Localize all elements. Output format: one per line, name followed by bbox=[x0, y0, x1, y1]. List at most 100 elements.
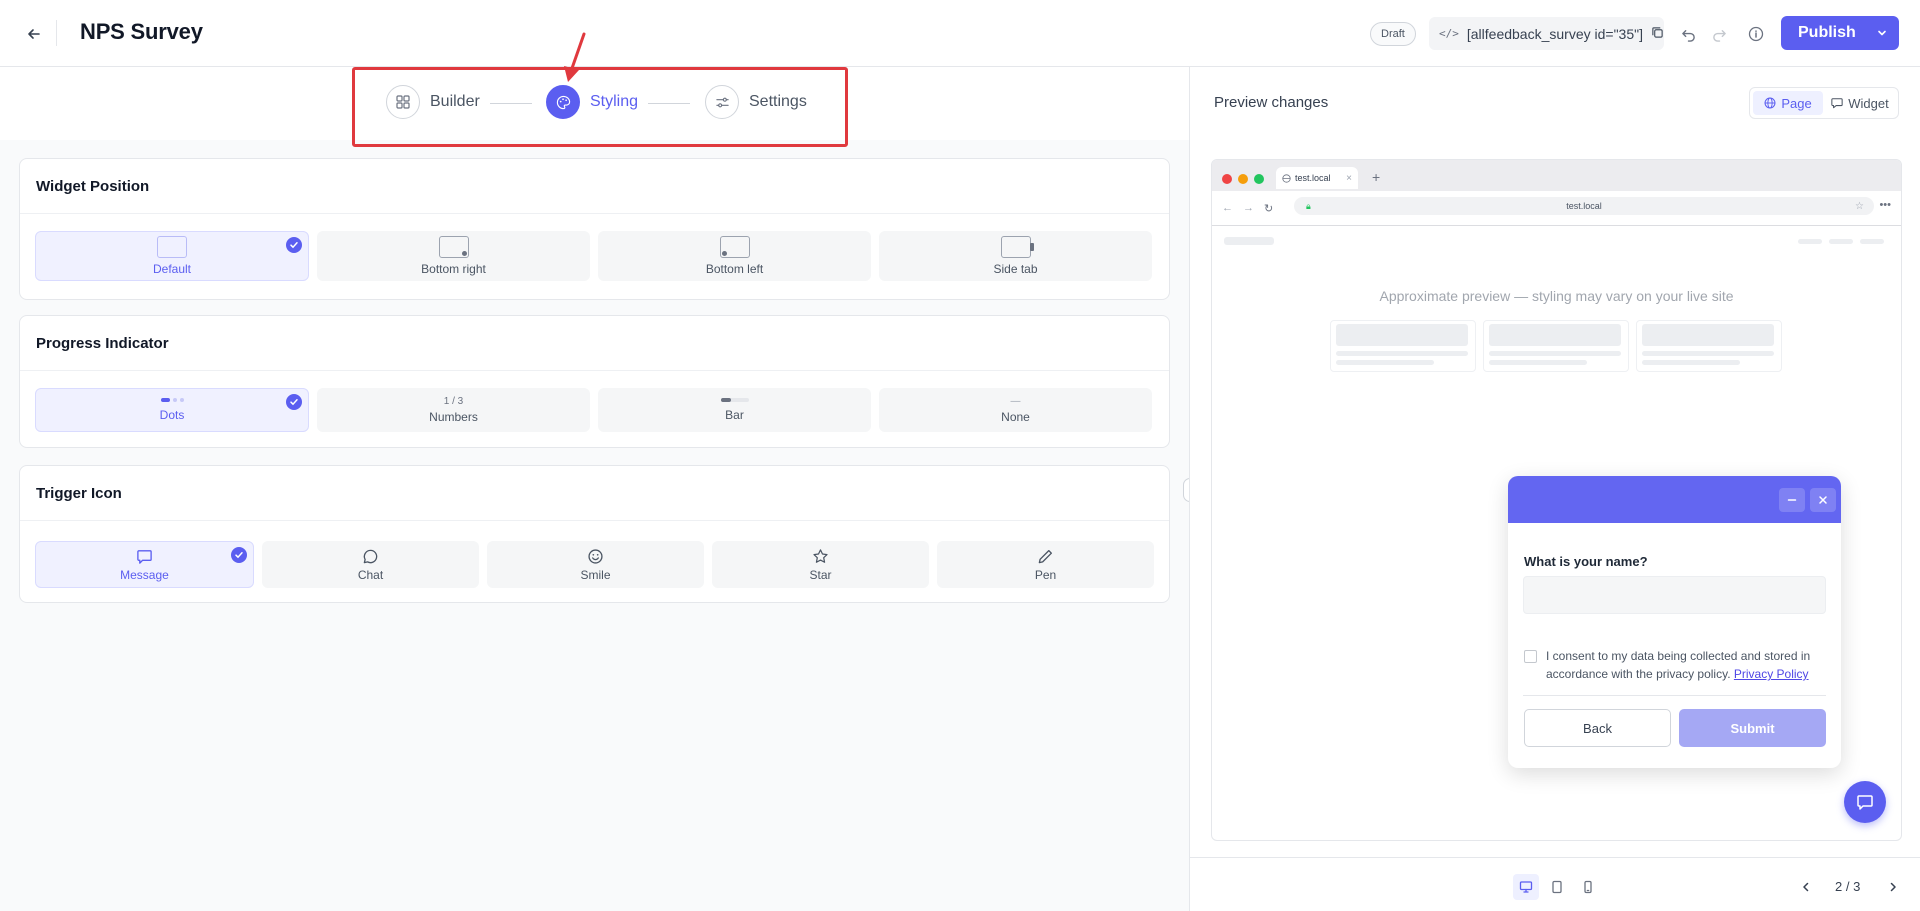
desktop-icon[interactable] bbox=[1513, 874, 1539, 900]
position-option-bottom-left[interactable]: Bottom left bbox=[598, 231, 871, 281]
arrow-right-icon: → bbox=[1243, 202, 1254, 214]
position-option-side-tab[interactable]: Side tab bbox=[879, 231, 1152, 281]
consent-checkbox[interactable] bbox=[1524, 650, 1537, 663]
position-option-bottom-right[interactable]: Bottom right bbox=[317, 231, 590, 281]
widget-mode-button[interactable]: Widget bbox=[1825, 91, 1895, 115]
skeleton-card bbox=[1483, 320, 1629, 372]
option-label: Message bbox=[120, 567, 169, 582]
step-styling-label: Styling bbox=[590, 93, 639, 110]
step-connector bbox=[648, 103, 690, 104]
plus-icon: + bbox=[1372, 169, 1381, 185]
skeleton-logo bbox=[1224, 237, 1274, 245]
progress-indicator-title: Progress Indicator bbox=[20, 316, 1169, 371]
page-mode-label: Page bbox=[1781, 95, 1812, 111]
browser-url-bar: 🔒︎ test.local ☆ bbox=[1294, 197, 1874, 215]
page-mode-button[interactable]: Page bbox=[1753, 91, 1823, 115]
message-icon bbox=[1831, 98, 1843, 109]
option-label: Bar bbox=[725, 408, 744, 422]
progress-option-numbers[interactable]: 1 / 3 Numbers bbox=[317, 388, 590, 432]
bottom-right-position-icon bbox=[438, 236, 469, 258]
default-position-icon bbox=[157, 236, 187, 258]
step-settings[interactable]: Settings bbox=[705, 85, 807, 119]
close-icon[interactable] bbox=[1810, 488, 1836, 512]
option-label: Default bbox=[152, 262, 192, 276]
question-label: What is your name? bbox=[1524, 554, 1648, 569]
trigger-icon-title: Trigger Icon bbox=[20, 466, 1169, 521]
progress-indicator-options: Dots 1 / 3 Numbers Bar — None bbox=[35, 388, 1152, 432]
trigger-option-pen[interactable]: Pen bbox=[937, 541, 1154, 588]
skeleton-nav bbox=[1829, 239, 1853, 244]
arrow-left-icon: ← bbox=[1222, 202, 1233, 214]
progress-indicator-card: Progress Indicator Dots 1 / 3 Numbers Ba… bbox=[19, 315, 1170, 448]
styling-panel: Builder Styling Settings Widget Position bbox=[0, 32, 1189, 911]
mobile-icon[interactable] bbox=[1575, 874, 1601, 900]
trigger-fab-button[interactable] bbox=[1844, 781, 1886, 823]
survey-widget: What is your name? I consent to my data … bbox=[1508, 476, 1841, 768]
chat-icon bbox=[363, 549, 378, 563]
side-tab-position-icon bbox=[1000, 236, 1034, 258]
reload-icon: ↻ bbox=[1264, 202, 1274, 215]
privacy-policy-link[interactable]: Privacy Policy bbox=[1734, 667, 1809, 681]
bottom-left-position-icon bbox=[719, 236, 750, 258]
position-option-default[interactable]: Default bbox=[35, 231, 309, 281]
step-connector bbox=[490, 103, 532, 104]
option-label: Bottom left bbox=[705, 262, 764, 276]
tablet-icon[interactable] bbox=[1544, 874, 1570, 900]
back-arrow-icon[interactable] bbox=[22, 22, 46, 46]
shortcode-box[interactable]: </> [allfeedback_survey id="35"] bbox=[1429, 17, 1664, 50]
progress-option-none[interactable]: — None bbox=[879, 388, 1152, 432]
chevron-left-icon[interactable] bbox=[1795, 876, 1817, 898]
preview-notice: Approximate preview — styling may vary o… bbox=[1379, 288, 1734, 304]
widget-position-card: Widget Position Default Bottom right Bot… bbox=[19, 158, 1170, 300]
browser-toolbar: ← → ↻ 🔒︎ test.local ☆ ••• bbox=[1212, 191, 1901, 225]
trigger-option-smile[interactable]: Smile bbox=[487, 541, 704, 588]
widget-header bbox=[1508, 476, 1841, 523]
palette-icon bbox=[546, 85, 580, 119]
preview-title: Preview changes bbox=[1214, 94, 1329, 111]
page-title: NPS Survey bbox=[80, 19, 203, 44]
name-input[interactable] bbox=[1523, 576, 1826, 614]
undo-icon[interactable] bbox=[1676, 22, 1700, 46]
widget-position-options: Default Bottom right Bottom left Side ta… bbox=[35, 231, 1152, 281]
progress-option-dots[interactable]: Dots bbox=[35, 388, 309, 432]
status-badge: Draft bbox=[1370, 22, 1416, 46]
option-label: Smile bbox=[580, 567, 611, 582]
window-maximize-dot bbox=[1254, 174, 1264, 184]
minimize-icon[interactable] bbox=[1779, 488, 1805, 512]
option-label: Bottom right bbox=[421, 262, 486, 276]
redo-icon[interactable] bbox=[1707, 22, 1731, 46]
chevron-down-icon[interactable] bbox=[1865, 16, 1899, 50]
chevron-right-icon[interactable] bbox=[1882, 876, 1904, 898]
check-icon bbox=[286, 394, 302, 410]
grid-icon bbox=[386, 85, 420, 119]
back-button[interactable]: Back bbox=[1524, 709, 1671, 747]
progress-option-bar[interactable]: Bar bbox=[598, 388, 871, 432]
page-indicator: 2 / 3 bbox=[1835, 879, 1861, 894]
browser-mockup: test.local × + ← → ↻ 🔒︎ test.local ☆ •••… bbox=[1211, 159, 1902, 841]
skeleton-nav bbox=[1860, 239, 1884, 244]
dots-preview bbox=[160, 398, 184, 402]
header-divider bbox=[56, 20, 57, 46]
trigger-option-chat[interactable]: Chat bbox=[262, 541, 479, 588]
step-builder[interactable]: Builder bbox=[386, 85, 480, 119]
option-label: Side tab bbox=[993, 262, 1038, 276]
preview-mode-toggle: Page Widget bbox=[1749, 87, 1899, 119]
check-icon bbox=[231, 547, 247, 563]
smile-icon bbox=[588, 548, 603, 564]
step-navigation: Builder Styling Settings bbox=[0, 32, 1189, 181]
info-icon[interactable] bbox=[1744, 22, 1768, 46]
trigger-option-star[interactable]: Star bbox=[712, 541, 929, 588]
trigger-icon-options: Message Chat Smile Star Pen bbox=[35, 541, 1154, 588]
trigger-option-message[interactable]: Message bbox=[35, 541, 254, 588]
option-label: None bbox=[1001, 410, 1030, 424]
publish-button[interactable]: Publish bbox=[1781, 16, 1899, 50]
copy-icon[interactable] bbox=[1651, 26, 1664, 42]
globe-icon bbox=[1764, 97, 1776, 109]
step-builder-label: Builder bbox=[430, 93, 480, 110]
message-icon bbox=[1857, 795, 1873, 810]
submit-button[interactable]: Submit bbox=[1679, 709, 1826, 747]
step-styling[interactable]: Styling bbox=[546, 85, 638, 119]
option-label: Pen bbox=[1034, 567, 1057, 582]
star-icon bbox=[813, 548, 828, 563]
widget-mode-label: Widget bbox=[1848, 95, 1889, 111]
